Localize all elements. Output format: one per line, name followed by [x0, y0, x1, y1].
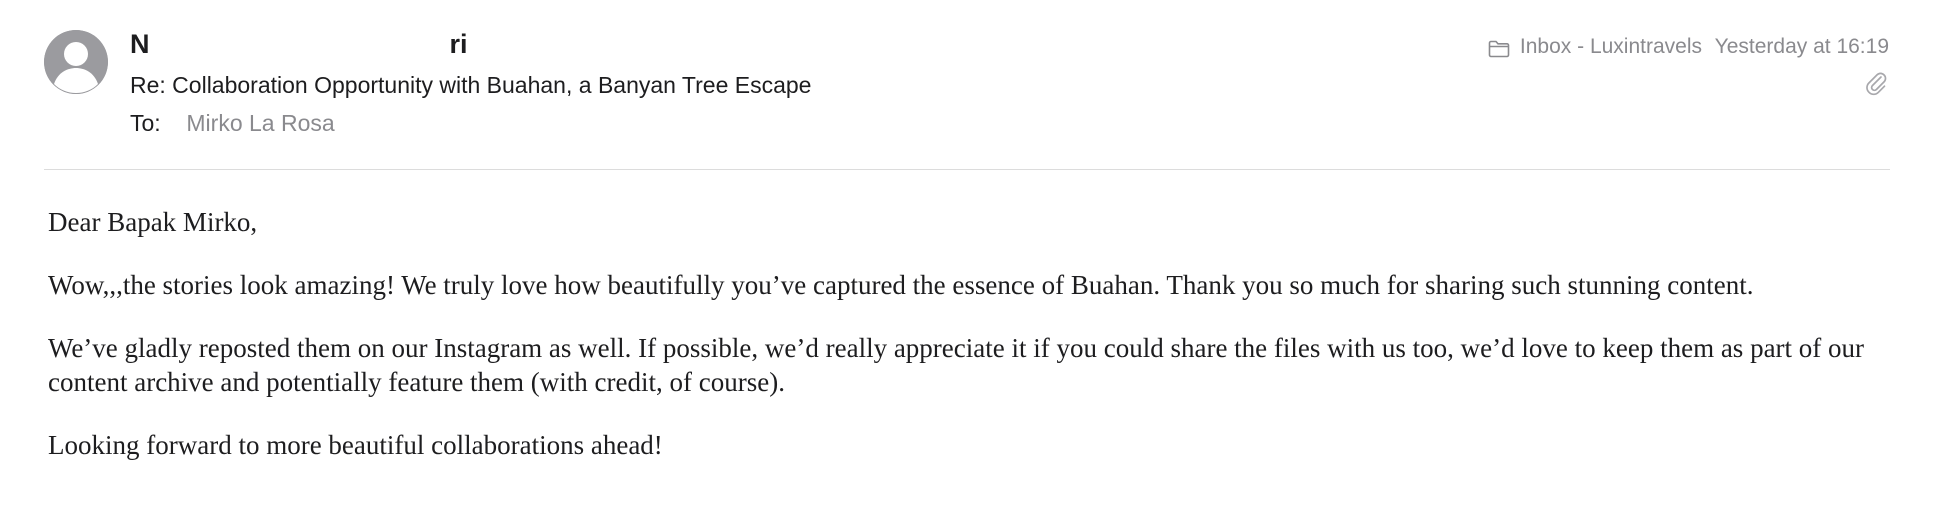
- body-paragraph: Dear Bapak Mirko,: [48, 207, 258, 237]
- sender-name[interactable]: Nri: [130, 27, 468, 61]
- message-subject: Re: Collaboration Opportunity with Buaha…: [130, 72, 812, 98]
- paperclip-icon[interactable]: [1864, 70, 1888, 96]
- redacted-region: [149, 27, 450, 59]
- sender-name-end: ri: [449, 29, 468, 59]
- sender-name-start: N: [130, 29, 150, 59]
- mailbox-location[interactable]: Inbox - Luxintravels: [1488, 33, 1702, 61]
- body-paragraph: Looking forward to more beautiful collab…: [48, 430, 663, 460]
- header-divider: [44, 169, 1890, 170]
- recipient-row: To: Mirko La Rosa: [130, 108, 335, 138]
- person-avatar-icon[interactable]: [44, 30, 108, 94]
- to-label: To:: [130, 110, 161, 136]
- message-header: Nri Re: Collaboration Opportunity with B…: [0, 0, 1934, 172]
- recipient-name[interactable]: Mirko La Rosa: [186, 110, 334, 136]
- mailbox-label: Inbox - Luxintravels: [1519, 35, 1702, 58]
- body-paragraph: Wow,,,the stories look amazing! We truly…: [48, 270, 1754, 300]
- message-timestamp: Yesterday at 16:19: [1714, 35, 1889, 58]
- body-paragraph: We’ve gladly reposted them on our Instag…: [48, 333, 1865, 397]
- folder-icon: [1488, 38, 1510, 58]
- message-body: Dear Bapak Mirko, Wow,,,the stories look…: [48, 205, 1908, 491]
